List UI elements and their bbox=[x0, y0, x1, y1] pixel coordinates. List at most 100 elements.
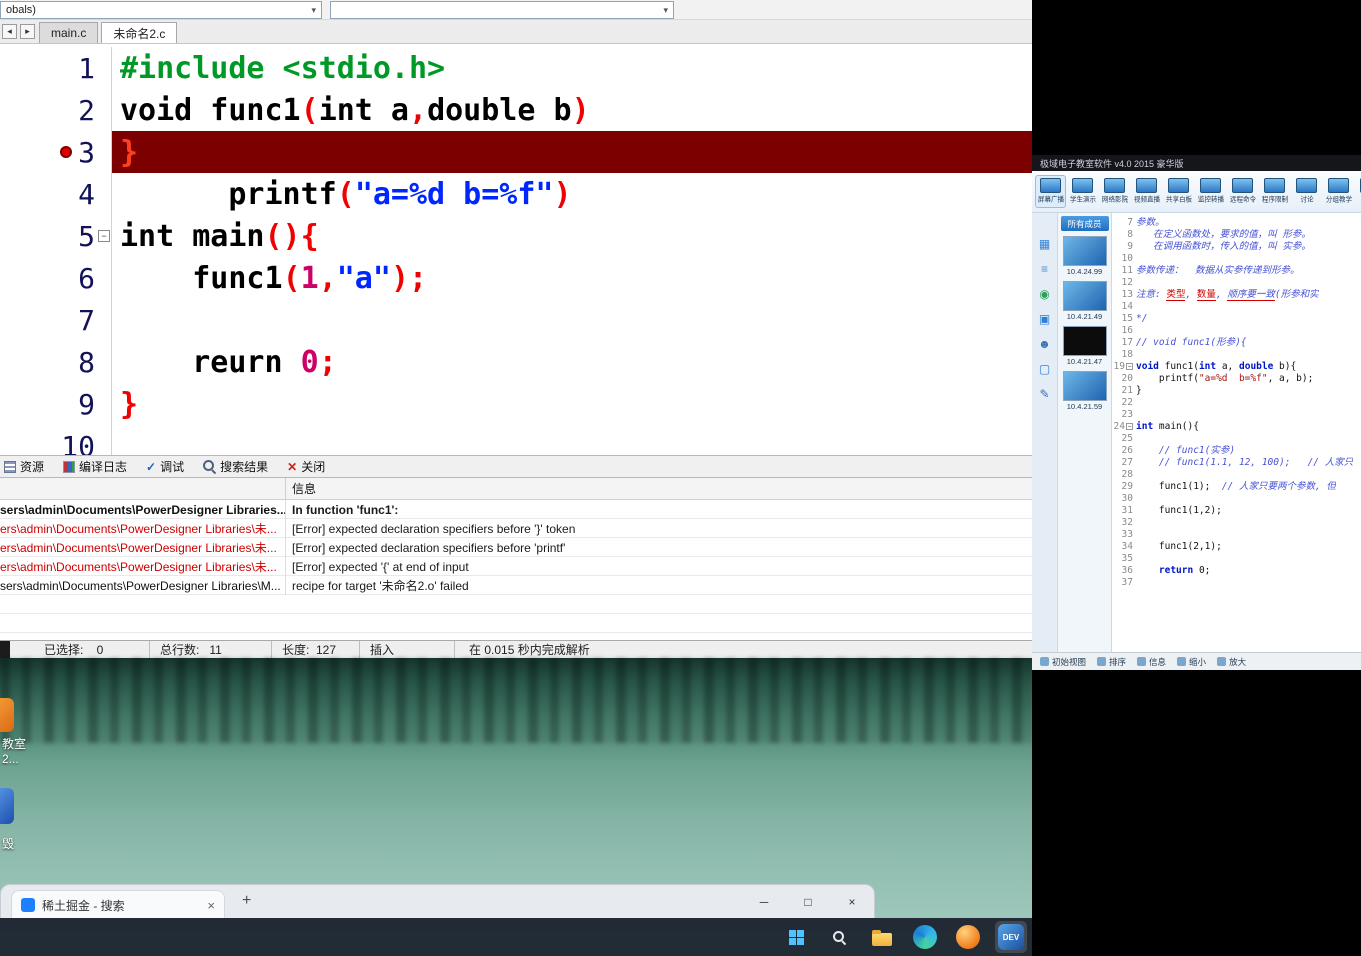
start-button[interactable] bbox=[780, 921, 812, 953]
line-number: 32 bbox=[1121, 517, 1133, 528]
broadcast-icon[interactable]: ◉ bbox=[1037, 287, 1052, 302]
bottom-bar-button-信息[interactable]: 信息 bbox=[1137, 656, 1166, 668]
browser-window-titlebar[interactable]: 稀土掘金 - 搜索 × + ─ □ × bbox=[0, 884, 875, 919]
chevron-down-icon: ▾ bbox=[311, 4, 316, 15]
fold-toggle-icon[interactable]: − bbox=[1126, 423, 1133, 430]
line-gutter[interactable]: 2 bbox=[0, 89, 112, 131]
breakpoint-dot[interactable] bbox=[60, 146, 72, 158]
error-row[interactable]: sers\admin\Documents\PowerDesigner Libra… bbox=[0, 576, 1032, 595]
monitor-icon[interactable]: ▢ bbox=[1037, 362, 1052, 377]
member-icon[interactable]: ☻ bbox=[1037, 337, 1052, 352]
error-file-path: sers\admin\Documents\PowerDesigner Libra… bbox=[0, 576, 286, 595]
error-message: In function 'func1': bbox=[292, 502, 399, 517]
maximize-button[interactable]: □ bbox=[786, 885, 830, 918]
toolbar-button-label: 远程命令 bbox=[1229, 195, 1256, 204]
tab-close-icon[interactable]: × bbox=[207, 898, 215, 913]
tab-close[interactable]: ✕ 关闭 bbox=[287, 458, 325, 475]
toolbar-button-label: 共享白板 bbox=[1165, 195, 1192, 204]
tab-resources[interactable]: 资源 bbox=[4, 458, 44, 475]
chevron-down-icon: ▾ bbox=[663, 4, 668, 15]
line-number: 26 bbox=[1121, 445, 1133, 456]
tab-unnamed2-c[interactable]: 未命名2.c bbox=[101, 22, 178, 43]
tab-scroll-right-button[interactable]: ▸ bbox=[20, 24, 35, 39]
code-line: 26 // func1(实参) bbox=[1112, 445, 1361, 457]
windows-logo-icon bbox=[788, 929, 804, 945]
status-insert-mode: 插入 bbox=[360, 641, 455, 658]
fold-toggle-icon[interactable]: − bbox=[98, 230, 110, 242]
minimize-button[interactable]: ─ bbox=[742, 885, 786, 918]
line-gutter[interactable]: 6 bbox=[0, 257, 112, 299]
line-number: 8 bbox=[1127, 229, 1133, 240]
search-icon bbox=[203, 460, 216, 473]
student-thumbnail[interactable]: 10.4.21.49 bbox=[1062, 281, 1107, 321]
grid-view-icon[interactable]: ▦ bbox=[1037, 237, 1052, 252]
toolbar-button-网络影院[interactable]: 网络影院 bbox=[1099, 175, 1130, 208]
taskbar-search-button[interactable] bbox=[823, 921, 855, 953]
tab-debug[interactable]: ✓ 调试 bbox=[146, 458, 184, 475]
toolbar-button-讨论[interactable]: 讨论 bbox=[1291, 175, 1322, 208]
tab-compile-log[interactable]: 编译日志 bbox=[63, 458, 127, 475]
student-thumbnail[interactable]: 10.4.21.59 bbox=[1062, 371, 1107, 411]
pen-icon[interactable]: ✎ bbox=[1037, 387, 1052, 402]
error-row[interactable]: ers\admin\Documents\PowerDesigner Librar… bbox=[0, 519, 1032, 538]
tab-main-c[interactable]: main.c bbox=[39, 22, 99, 43]
error-message-column-header[interactable]: 信息 bbox=[286, 478, 1032, 499]
code-line: 8 在定义函数处，要求的值，叫 形参。 bbox=[1112, 229, 1361, 241]
browser-tab[interactable]: 稀土掘金 - 搜索 × bbox=[11, 890, 225, 919]
line-gutter[interactable]: 5− bbox=[0, 215, 112, 257]
tab-scroll-left-button[interactable]: ◂ bbox=[2, 24, 17, 39]
student-thumbnail[interactable]: 10.4.24.99 bbox=[1062, 236, 1107, 276]
line-gutter[interactable]: 10 bbox=[0, 425, 112, 455]
line-number: 1 bbox=[78, 51, 95, 85]
browser-tab-title: 稀土掘金 - 搜索 bbox=[42, 898, 125, 913]
member-combobox[interactable]: ▾ bbox=[330, 1, 674, 19]
toolbar-button-远程命令[interactable]: 远程命令 bbox=[1227, 175, 1258, 208]
error-row[interactable]: ers\admin\Documents\PowerDesigner Librar… bbox=[0, 557, 1032, 576]
toolbar-button-视频直播[interactable]: 视频直播 bbox=[1131, 175, 1162, 208]
desktop-shortcut-icon-2[interactable] bbox=[0, 788, 14, 824]
close-button[interactable]: × bbox=[830, 885, 874, 918]
list-view-icon[interactable]: ≡ bbox=[1037, 262, 1052, 277]
line-number: 5 bbox=[78, 219, 95, 253]
all-members-button[interactable]: 所有成员 bbox=[1060, 216, 1109, 231]
fold-toggle-icon[interactable]: − bbox=[1126, 363, 1133, 370]
error-row[interactable]: ers\admin\Documents\PowerDesigner Librar… bbox=[0, 538, 1032, 557]
bottom-bar-button-排序[interactable]: 排序 bbox=[1097, 656, 1126, 668]
toolbar-button-label: 网络影院 bbox=[1101, 195, 1128, 204]
line-gutter[interactable]: 7 bbox=[0, 299, 112, 341]
line-number: 37 bbox=[1121, 577, 1133, 588]
window-controls: ─ □ × bbox=[742, 885, 874, 918]
desktop-shortcut-icon-1[interactable] bbox=[0, 698, 14, 732]
edge-browser-button[interactable] bbox=[909, 921, 941, 953]
student-thumbnail[interactable]: 10.4.21.47 bbox=[1062, 326, 1107, 366]
file-explorer-button[interactable] bbox=[866, 921, 898, 953]
toolbar-button-label: 监控转播 bbox=[1197, 195, 1224, 204]
scope-combobox[interactable]: obals) ▾ bbox=[0, 1, 322, 19]
toolbar-button-共享白板[interactable]: 共享白板 bbox=[1163, 175, 1194, 208]
line-gutter[interactable]: 9 bbox=[0, 383, 112, 425]
toolbar-button-屏幕广播[interactable]: 屏幕广播 bbox=[1035, 175, 1066, 208]
dev-cpp-button[interactable]: DEV bbox=[995, 921, 1027, 953]
code-editor[interactable]: 1 #include <stdio.h> 2 void func1(int a, dou… bbox=[0, 44, 1032, 455]
line-gutter[interactable]: 4 bbox=[0, 173, 112, 215]
new-tab-button[interactable]: + bbox=[242, 892, 251, 910]
line-gutter[interactable]: 8 bbox=[0, 341, 112, 383]
line-gutter[interactable]: 1 bbox=[0, 47, 112, 89]
toolbar-button-label: 视频直播 bbox=[1133, 195, 1160, 204]
edge-icon bbox=[913, 925, 937, 949]
error-row[interactable]: sers\admin\Documents\PowerDesigner Libra… bbox=[0, 500, 1032, 519]
bottom-bar-button-放大[interactable]: 放大 bbox=[1217, 656, 1246, 668]
screen-icon[interactable]: ▣ bbox=[1037, 312, 1052, 327]
line-gutter[interactable]: 3 bbox=[0, 131, 112, 173]
browser-button[interactable] bbox=[952, 921, 984, 953]
error-file-column-header[interactable] bbox=[0, 478, 286, 499]
bottom-bar-button-缩小[interactable]: 缩小 bbox=[1177, 656, 1206, 668]
toolbar-button-监控转播[interactable]: 监控转播 bbox=[1195, 175, 1226, 208]
tab-search-results[interactable]: 搜索结果 bbox=[203, 458, 268, 475]
toolbar-button-考试[interactable]: 考试 bbox=[1355, 175, 1361, 208]
classroom-titlebar[interactable]: 极域电子教室软件 v4.0 2015 豪华版 bbox=[1032, 155, 1361, 171]
toolbar-button-程序限制[interactable]: 程序限制 bbox=[1259, 175, 1290, 208]
bottom-bar-button-初始视图[interactable]: 初始视图 bbox=[1040, 656, 1086, 668]
toolbar-button-学生演示[interactable]: 学生演示 bbox=[1067, 175, 1098, 208]
toolbar-button-分组教学[interactable]: 分组教学 bbox=[1323, 175, 1354, 208]
